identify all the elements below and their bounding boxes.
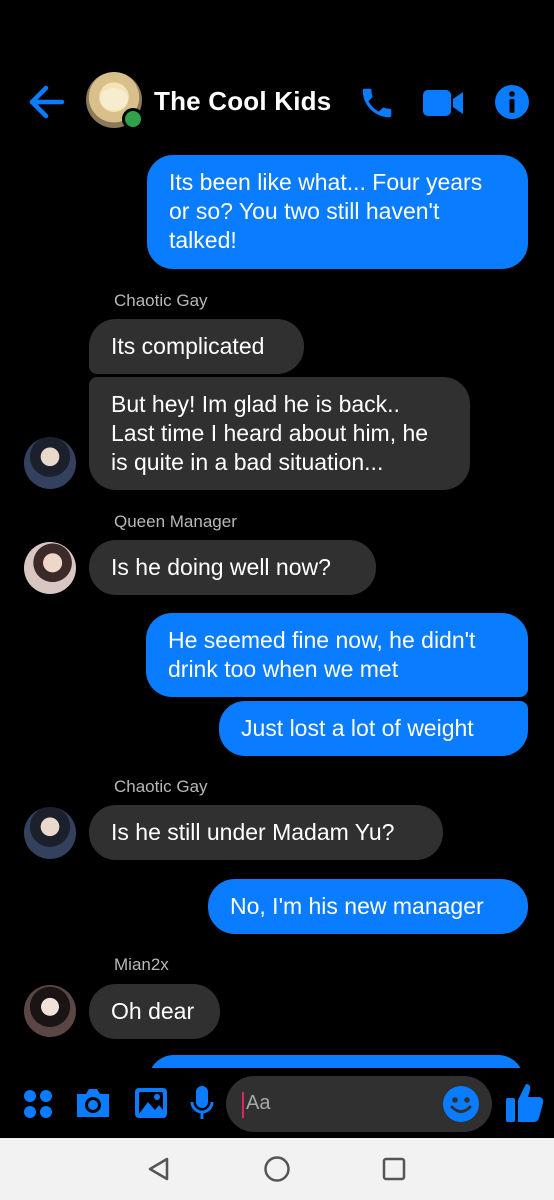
info-icon xyxy=(495,85,529,119)
back-arrow-icon xyxy=(29,85,65,119)
online-status-dot xyxy=(122,108,144,130)
system-recents-button[interactable] xyxy=(382,1157,406,1186)
recents-square-icon xyxy=(382,1157,406,1181)
avatar[interactable] xyxy=(24,985,76,1037)
like-button[interactable] xyxy=(504,1080,544,1129)
gallery-button[interactable] xyxy=(133,1086,169,1125)
avatar[interactable] xyxy=(24,542,76,594)
more-actions-button[interactable] xyxy=(22,1088,54,1125)
video-camera-icon xyxy=(423,90,463,116)
sender-name: Mian2x xyxy=(114,955,169,974)
message-bubble[interactable]: He seemed fine now, he didn't drink too … xyxy=(146,613,528,697)
message-input-placeholder: Aa xyxy=(246,1092,271,1114)
message-input[interactable]: Aa xyxy=(226,1076,492,1132)
conversation-info-button[interactable] xyxy=(494,84,530,125)
phone-icon xyxy=(362,88,392,118)
group-avatar[interactable] xyxy=(86,72,144,130)
back-triangle-icon xyxy=(148,1157,169,1181)
back-button[interactable] xyxy=(28,84,68,120)
gallery-icon xyxy=(135,1088,167,1118)
message-bubble[interactable]: Is he still under Madam Yu? xyxy=(89,805,443,860)
avatar[interactable] xyxy=(24,807,76,859)
message-bubble[interactable]: Is he doing well now? xyxy=(89,540,376,595)
message-bubble[interactable]: Its complicated xyxy=(89,319,304,374)
voice-call-button[interactable] xyxy=(358,84,396,127)
emoji-icon xyxy=(443,1086,479,1122)
conversation-title[interactable]: The Cool Kids xyxy=(154,86,331,117)
sender-name: Queen Manager xyxy=(114,512,237,531)
message-composer: Aa xyxy=(0,1068,554,1138)
message-bubble[interactable]: Oh dear xyxy=(89,984,220,1039)
message-bubble[interactable]: But hey! Im glad he is back.. Last time … xyxy=(89,377,470,490)
sender-name: Chaotic Gay xyxy=(114,291,208,310)
system-back-button[interactable] xyxy=(146,1156,172,1187)
message-bubble[interactable]: Its been like what... Four years or so? … xyxy=(147,155,528,269)
message-bubble[interactable]: Just lost a lot of weight xyxy=(219,701,528,756)
avatar[interactable] xyxy=(24,437,76,489)
apps-icon xyxy=(24,1090,52,1118)
system-navigation-bar xyxy=(0,1138,554,1200)
camera-icon xyxy=(77,1089,109,1117)
conversation-header: The Cool Kids xyxy=(0,0,554,150)
voice-message-button[interactable] xyxy=(189,1084,215,1127)
thumbs-up-icon xyxy=(506,1084,544,1122)
sender-name: Chaotic Gay xyxy=(114,777,208,796)
system-home-button[interactable] xyxy=(263,1155,291,1188)
microphone-icon xyxy=(190,1086,214,1119)
emoji-button[interactable] xyxy=(442,1085,480,1128)
message-bubble[interactable]: No, I'm his new manager xyxy=(208,879,528,934)
home-circle-icon xyxy=(264,1156,290,1182)
video-call-button[interactable] xyxy=(422,88,464,123)
text-caret xyxy=(242,1092,244,1118)
camera-button[interactable] xyxy=(74,1086,112,1125)
